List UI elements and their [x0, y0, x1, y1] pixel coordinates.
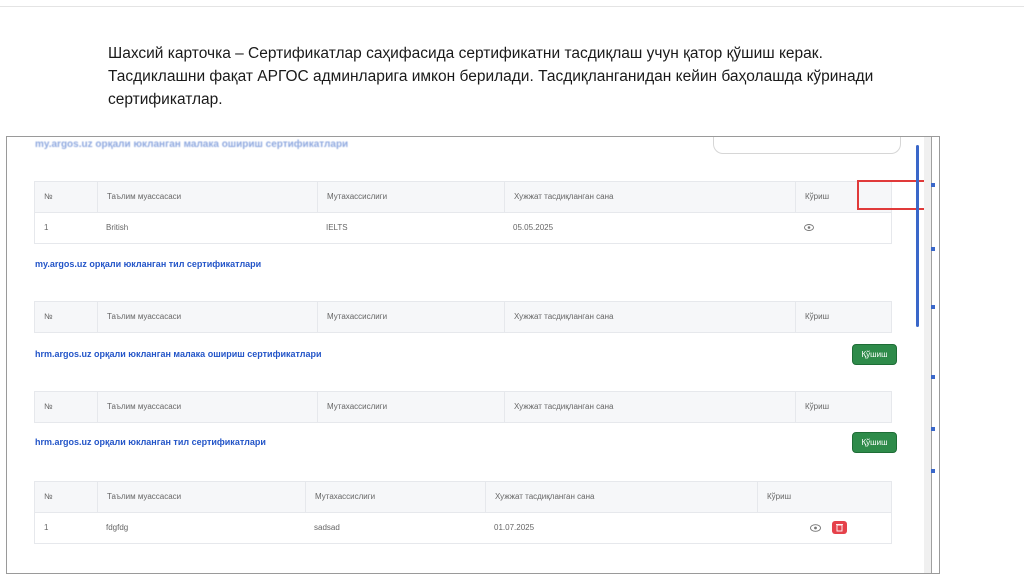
col-date: Хужжат тасдиқланган сана	[485, 482, 757, 512]
col-view: Кўриш	[757, 482, 893, 512]
add-qualification-button[interactable]: Қўшиш	[852, 344, 897, 365]
table-row: 1 fdgfdg sadsad 01.07.2025	[34, 513, 892, 544]
edge-marker	[931, 427, 935, 431]
section-title-hrm-qualification[interactable]: hrm.argos.uz орқали юкланган малака ошир…	[35, 349, 322, 359]
table-myargos-qualification: № Таълим муассасаси Мутахассислиги Хужжа…	[34, 181, 892, 244]
col-num: №	[44, 312, 53, 321]
table-header-row: № Таълим муассасаси Мутахассислиги Хужжа…	[34, 391, 892, 423]
cut-section-title: my.argos.uz орқали юкланган малака ошири…	[35, 139, 349, 150]
col-num: №	[44, 192, 53, 201]
col-specialty: Мутахассислиги	[317, 392, 504, 422]
view-eye-icon[interactable]	[795, 213, 893, 243]
cell-specialty: sadsad	[314, 523, 340, 532]
page-edge	[931, 137, 932, 573]
cell-specialty: IELTS	[326, 223, 348, 232]
table-row: 1 British IELTS 05.05.2025	[34, 213, 892, 244]
edge-marker	[931, 375, 935, 379]
col-date: Хужжат тасдиқланган сана	[504, 182, 795, 212]
cell-num: 1	[44, 523, 49, 532]
col-specialty: Мутахассислиги	[317, 302, 504, 332]
table-header-row: № Таълим муассасаси Мутахассислиги Хужжа…	[34, 481, 892, 513]
col-specialty: Мутахассислиги	[317, 182, 504, 212]
edge-marker	[931, 469, 935, 473]
cell-date: 01.07.2025	[494, 523, 535, 532]
cell-num: 1	[44, 223, 49, 232]
col-date: Хужжат тасдиқланган сана	[504, 302, 795, 332]
highlight-frame	[857, 180, 932, 210]
scrollbar-thumb[interactable]	[916, 145, 919, 327]
cell-institution: fdgfdg	[106, 523, 129, 532]
add-language-button[interactable]: Қўшиш	[852, 432, 897, 453]
caption-line-2: Тасдиклашни фақат АРГОС админларига имко…	[108, 68, 874, 85]
caption-line-1: Шахсий карточка – Сертификатлар саҳифаси…	[108, 45, 823, 62]
col-view: Кўриш	[795, 392, 893, 422]
scrollbar-track[interactable]	[924, 137, 931, 573]
col-num: №	[44, 402, 53, 411]
col-institution: Таълим муассасаси	[97, 182, 317, 212]
table-header-row: № Таълим муассасаси Мутахассислиги Хужжа…	[34, 181, 892, 213]
edge-marker	[931, 247, 935, 251]
col-institution: Таълим муассасаси	[97, 392, 317, 422]
col-date: Хужжат тасдиқланган сана	[504, 392, 795, 422]
col-institution: Таълим муассасаси	[97, 482, 305, 512]
edge-marker	[931, 183, 935, 187]
section-title-hrm-language[interactable]: hrm.argos.uz орқали юкланган тил сертифи…	[35, 437, 266, 447]
table-hrm-language: № Таълим муассасаси Мутахассислиги Хужжа…	[34, 481, 892, 544]
slide-caption: Шахсий карточка – Сертификатлар саҳифаси…	[108, 42, 988, 111]
col-specialty: Мутахассислиги	[305, 482, 485, 512]
cell-date: 05.05.2025	[513, 223, 554, 232]
col-institution: Таълим муассасаси	[97, 302, 317, 332]
certificates-screenshot: my.argos.uz орқали юкланган малака ошири…	[6, 136, 940, 574]
cut-top-button[interactable]	[713, 137, 901, 154]
col-view: Кўриш	[795, 302, 893, 332]
table-header-row: № Таълим муассасаси Мутахассислиги Хужжа…	[34, 301, 892, 333]
caption-line-3: сертификатлар.	[108, 91, 223, 108]
section-title-myargos-language[interactable]: my.argos.uz орқали юкланган тил сертифик…	[35, 259, 261, 269]
view-eye-icon[interactable]	[810, 524, 822, 534]
col-num: №	[44, 492, 53, 501]
cell-institution: British	[106, 223, 129, 232]
top-divider	[0, 6, 1024, 7]
table-hrm-qualification: № Таълим муассасаси Мутахассислиги Хужжа…	[34, 391, 892, 423]
delete-trash-icon[interactable]	[832, 521, 847, 534]
edge-marker	[931, 305, 935, 309]
table-myargos-language: № Таълим муассасаси Мутахассислиги Хужжа…	[34, 301, 892, 333]
